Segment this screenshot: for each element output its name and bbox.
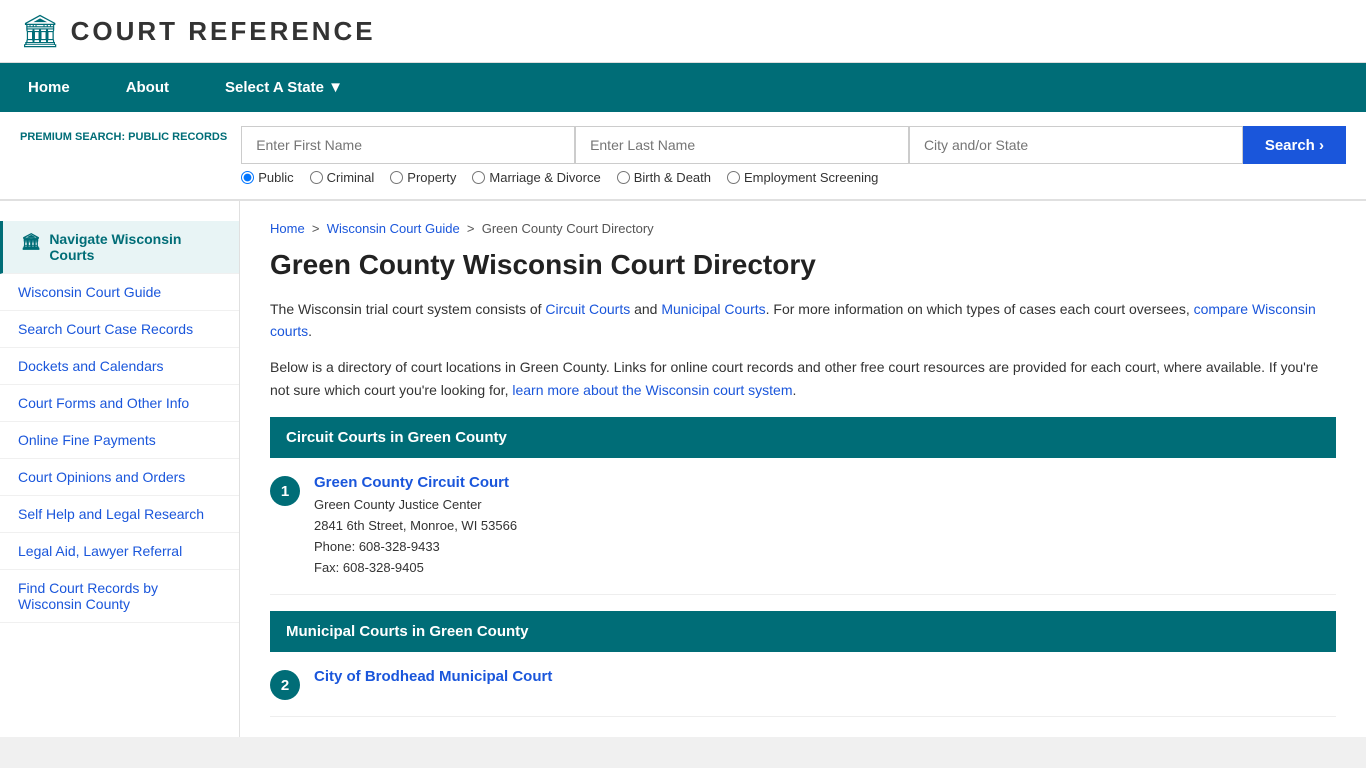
nav-bar: Home About Select A State ▼ [0, 63, 1366, 112]
municipal-court-name-1[interactable]: City of Brodhead Municipal Court [314, 668, 552, 685]
navigate-icon: 🏛 [21, 232, 41, 252]
municipal-court-details-1: City of Brodhead Municipal Court [314, 668, 552, 689]
radio-marriage[interactable]: Marriage & Divorce [472, 170, 600, 185]
court-address1-1: Green County Justice Center [314, 495, 517, 516]
municipal-court-number-1: 2 [270, 670, 300, 700]
nav-home[interactable]: Home [0, 63, 98, 112]
intro1-after: . For more information on which types of… [766, 301, 1194, 317]
court-address2-1: 2841 6th Street, Monroe, WI 53566 [314, 516, 517, 537]
search-inputs: Search › Public Criminal Property Marria… [241, 126, 1346, 185]
radio-public[interactable]: Public [241, 170, 293, 185]
sidebar-item-legal-aid[interactable]: Legal Aid, Lawyer Referral [0, 533, 239, 570]
intro-paragraph-1: The Wisconsin trial court system consist… [270, 298, 1336, 343]
intro1-before: The Wisconsin trial court system consist… [270, 301, 545, 317]
court-details-1: Green County Circuit Court Green County … [314, 474, 517, 578]
breadcrumb-current: Green County Court Directory [482, 221, 654, 236]
search-button[interactable]: Search › [1243, 126, 1346, 164]
premium-label: PREMIUM SEARCH: PUBLIC RECORDS [20, 130, 227, 144]
court-phone-1: Phone: 608-328-9433 [314, 537, 517, 558]
court-name-1[interactable]: Green County Circuit Court [314, 474, 517, 491]
sidebar-item-dockets[interactable]: Dockets and Calendars [0, 348, 239, 385]
sidebar-item-forms[interactable]: Court Forms and Other Info [0, 385, 239, 422]
search-bar: PREMIUM SEARCH: PUBLIC RECORDS Search › … [0, 112, 1366, 201]
sidebar-item-self-help[interactable]: Self Help and Legal Research [0, 496, 239, 533]
sidebar: 🏛 Navigate Wisconsin Courts Wisconsin Co… [0, 201, 240, 737]
municipal-court-1: 2 City of Brodhead Municipal Court [270, 652, 1336, 717]
sidebar-item-navigate[interactable]: 🏛 Navigate Wisconsin Courts [0, 221, 239, 274]
circuit-courts-link[interactable]: Circuit Courts [545, 301, 630, 317]
intro1-end: . [308, 323, 312, 339]
logo-text: COURT REFERENCE [71, 16, 376, 47]
site-header: 🏛 COURT REFERENCE [0, 0, 1366, 63]
nav-about[interactable]: About [98, 63, 197, 112]
logo-icon: 🏛 [20, 12, 61, 50]
intro1-mid: and [630, 301, 661, 317]
breadcrumb: Home > Wisconsin Court Guide > Green Cou… [270, 221, 1336, 236]
radio-birth[interactable]: Birth & Death [617, 170, 711, 185]
radio-criminal[interactable]: Criminal [310, 170, 375, 185]
logo-area: 🏛 COURT REFERENCE [20, 12, 376, 50]
city-state-input[interactable] [909, 126, 1243, 164]
search-inputs-row: Search › [241, 126, 1346, 164]
breadcrumb-guide[interactable]: Wisconsin Court Guide [327, 221, 460, 236]
sidebar-item-opinions[interactable]: Court Opinions and Orders [0, 459, 239, 496]
radio-employment[interactable]: Employment Screening [727, 170, 878, 185]
main-container: 🏛 Navigate Wisconsin Courts Wisconsin Co… [0, 201, 1366, 737]
sidebar-item-case-records[interactable]: Search Court Case Records [0, 311, 239, 348]
radio-row: Public Criminal Property Marriage & Divo… [241, 170, 1346, 185]
municipal-section-header: Municipal Courts in Green County [270, 611, 1336, 652]
sidebar-item-guide[interactable]: Wisconsin Court Guide [0, 274, 239, 311]
intro-paragraph-2: Below is a directory of court locations … [270, 356, 1336, 401]
content-area: Home > Wisconsin Court Guide > Green Cou… [240, 201, 1366, 737]
first-name-input[interactable] [241, 126, 575, 164]
last-name-input[interactable] [575, 126, 909, 164]
intro2-end: . [792, 382, 796, 398]
sidebar-item-find-records[interactable]: Find Court Records by Wisconsin County [0, 570, 239, 623]
sidebar-item-fines[interactable]: Online Fine Payments [0, 422, 239, 459]
radio-property[interactable]: Property [390, 170, 456, 185]
court-number-1: 1 [270, 476, 300, 506]
page-title: Green County Wisconsin Court Directory [270, 248, 1336, 282]
breadcrumb-home[interactable]: Home [270, 221, 305, 236]
sidebar-item-navigate-label: Navigate Wisconsin Courts [49, 231, 221, 263]
municipal-courts-link[interactable]: Municipal Courts [661, 301, 765, 317]
circuit-section-header: Circuit Courts in Green County [270, 417, 1336, 458]
circuit-court-1: 1 Green County Circuit Court Green Count… [270, 458, 1336, 595]
learn-link[interactable]: learn more about the Wisconsin court sys… [512, 382, 792, 398]
nav-select-state[interactable]: Select A State ▼ [197, 63, 371, 112]
court-fax-1: Fax: 608-328-9405 [314, 558, 517, 579]
